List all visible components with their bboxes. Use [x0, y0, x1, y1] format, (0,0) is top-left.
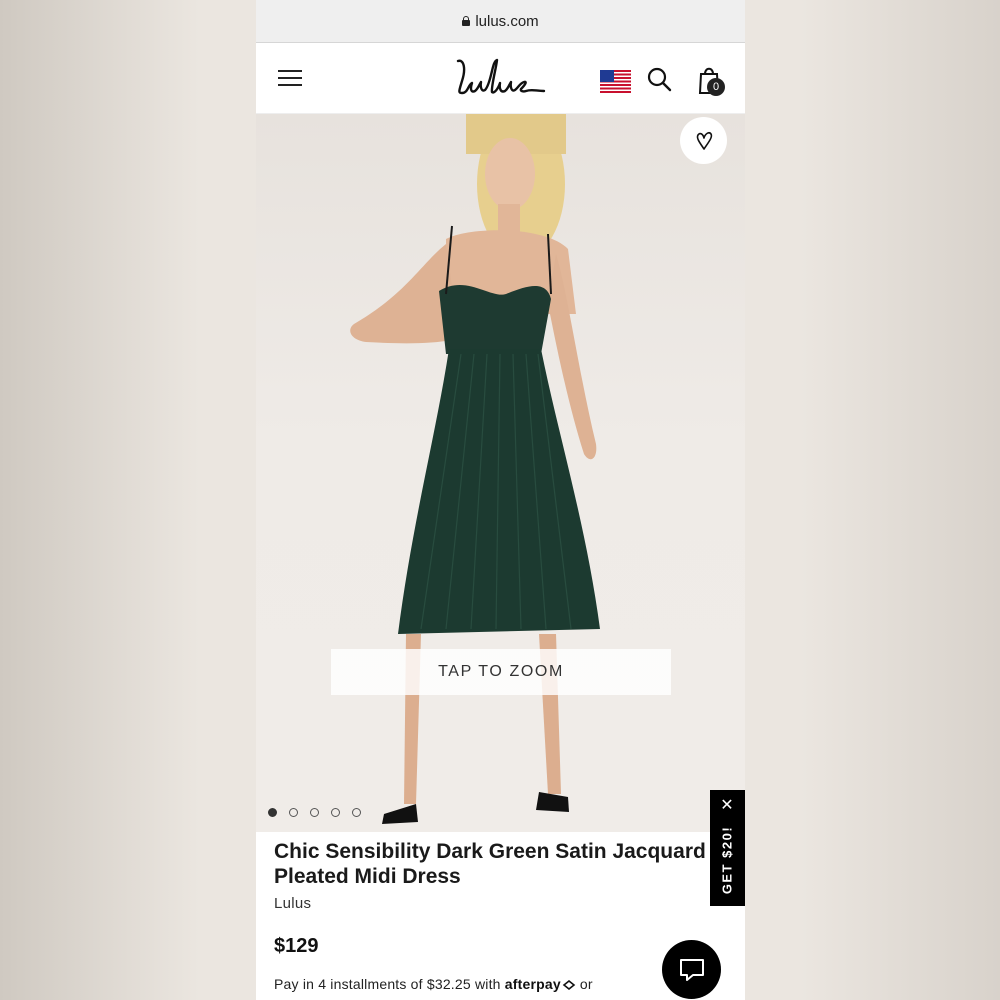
carousel-dots [268, 808, 361, 817]
installment-message: Pay in 4 installments of $32.25 with aft… [274, 976, 593, 992]
tap-to-zoom-banner[interactable]: TAP TO ZOOM [331, 649, 671, 695]
carousel-dot[interactable] [331, 808, 340, 817]
heart-icon [696, 131, 712, 150]
wishlist-button[interactable] [680, 117, 727, 164]
product-title: Chic Sensibility Dark Green Satin Jacqua… [274, 840, 706, 888]
lock-icon [462, 16, 471, 26]
site-header: 0 [256, 43, 745, 114]
lulus-logo[interactable] [454, 55, 548, 101]
product-image[interactable]: TAP TO ZOOM [256, 114, 745, 832]
chat-button[interactable] [662, 940, 721, 999]
afterpay-logo[interactable]: afterpay [505, 976, 561, 992]
browser-url-bar[interactable]: lulus.com [256, 0, 745, 43]
carousel-dot[interactable] [289, 808, 298, 817]
afterpay-icon [562, 980, 576, 991]
us-flag-icon[interactable] [600, 70, 631, 93]
chat-icon [679, 958, 704, 981]
model-photo [350, 114, 600, 824]
installments-suffix: or [579, 976, 593, 992]
close-icon[interactable]: ✕ [719, 798, 735, 814]
search-icon[interactable] [646, 66, 672, 92]
carousel-dot[interactable] [352, 808, 361, 817]
product-brand[interactable]: Lulus [274, 895, 311, 912]
hamburger-menu-icon[interactable] [278, 68, 302, 88]
url-text: lulus.com [475, 12, 539, 30]
cart-count-badge: 0 [707, 78, 725, 96]
carousel-dot[interactable] [310, 808, 319, 817]
phone-viewport: lulus.com 0 TAP TO ZOOM ✕ GET $20! Chic … [256, 0, 745, 1000]
installments-text: Pay in 4 installments of $32.25 with [274, 976, 501, 992]
carousel-dot[interactable] [268, 808, 277, 817]
product-price: $129 [274, 935, 319, 957]
